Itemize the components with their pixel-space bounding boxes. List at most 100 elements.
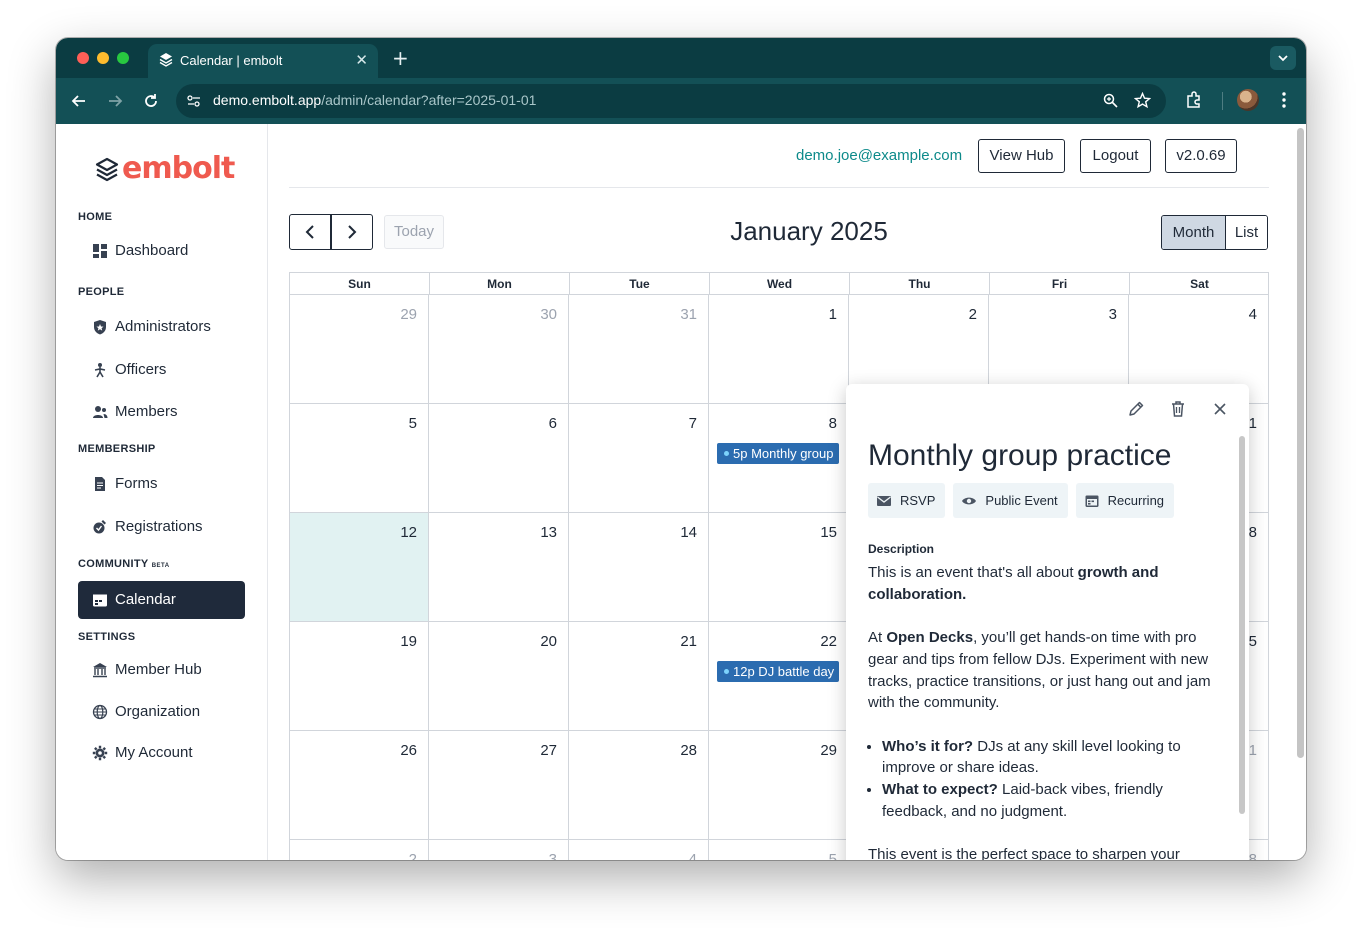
day-number: 15 <box>820 524 837 541</box>
prev-month-button[interactable] <box>289 214 331 250</box>
new-tab-icon[interactable]: + <box>392 46 409 70</box>
day-number: 22 <box>820 633 837 650</box>
day-cell[interactable]: 6 <box>429 404 569 513</box>
day-cell[interactable]: 5 <box>289 404 429 513</box>
more-vertical-icon[interactable] <box>1275 90 1293 110</box>
site-settings-icon[interactable] <box>186 93 202 109</box>
sidebar-item-calendar[interactable]: Calendar <box>78 581 245 619</box>
public-event-chip-label: Public Event <box>985 493 1058 508</box>
envelope-icon <box>877 495 891 506</box>
section-membership: MEMBERSHIP <box>78 443 156 455</box>
sidebar-item-label: Calendar <box>115 591 176 608</box>
trash-icon[interactable] <box>1167 398 1189 420</box>
tab-search-button[interactable] <box>1270 46 1296 70</box>
forward-arrow-icon[interactable] <box>104 90 126 112</box>
view-hub-button[interactable]: View Hub <box>978 139 1065 173</box>
section-settings: SETTINGS <box>78 631 136 643</box>
tab-bar: Calendar | embolt ✕ + <box>56 38 1306 78</box>
profile-avatar[interactable] <box>1237 89 1259 111</box>
version-button[interactable]: v2.0.69 <box>1165 139 1237 173</box>
day-cell[interactable]: 7 <box>569 404 709 513</box>
description-text: This is an event that's all about <box>868 564 1078 581</box>
event-chips: RSVP Public Event Recurring <box>868 483 1175 518</box>
sidebar-item-registrations[interactable]: Registrations <box>78 508 245 546</box>
day-number: 13 <box>540 524 557 541</box>
day-cell[interactable]: 29 <box>289 295 429 404</box>
description-bold: Open Decks <box>886 629 974 647</box>
day-cell[interactable]: 14 <box>569 513 709 622</box>
maximize-window-button[interactable] <box>117 52 129 64</box>
sidebar-item-label: Administrators <box>115 318 211 335</box>
day-number: 12 <box>400 524 417 541</box>
officer-icon <box>94 363 106 378</box>
popover-scrollbar[interactable] <box>1239 436 1245 814</box>
month-view-button[interactable]: Month <box>1162 216 1226 249</box>
chevron-left-icon <box>305 225 314 239</box>
sidebar-item-dashboard[interactable]: Dashboard <box>78 232 245 270</box>
weekday-header: Thu <box>850 273 990 295</box>
sidebar-item-organization[interactable]: Organization <box>78 693 245 731</box>
zoom-icon[interactable] <box>1102 92 1119 109</box>
day-cell[interactable]: 21 <box>569 622 709 731</box>
day-cell[interactable]: 22 12p DJ battle day <box>709 622 849 731</box>
sidebar-item-administrators[interactable]: Administrators <box>78 308 245 346</box>
recurring-chip-label: Recurring <box>1107 493 1165 508</box>
day-number: 3 <box>1108 306 1117 323</box>
back-arrow-icon[interactable] <box>68 90 90 112</box>
address-bar[interactable]: demo.embolt.app/admin/calendar?after=202… <box>176 84 1166 118</box>
close-icon[interactable] <box>1209 398 1231 420</box>
globe-icon <box>92 704 108 720</box>
sidebar-item-officers[interactable]: Officers <box>78 351 245 389</box>
sidebar-item-member-hub[interactable]: Member Hub <box>78 651 245 689</box>
close-window-button[interactable] <box>77 52 89 64</box>
sidebar-item-label: Members <box>115 403 178 420</box>
user-email-link[interactable]: demo.joe@example.com <box>796 147 962 164</box>
edit-icon[interactable] <box>1125 398 1147 420</box>
today-button[interactable]: Today <box>384 215 444 249</box>
day-cell[interactable]: 29 <box>709 731 849 840</box>
day-cell[interactable]: 1 <box>709 295 849 404</box>
day-cell[interactable]: 20 <box>429 622 569 731</box>
day-number: 27 <box>540 742 557 759</box>
bookmark-star-icon[interactable] <box>1134 92 1151 109</box>
day-cell[interactable]: 27 <box>429 731 569 840</box>
day-cell[interactable]: 15 <box>709 513 849 622</box>
next-month-button[interactable] <box>331 214 373 250</box>
reload-icon[interactable] <box>140 90 162 112</box>
logout-button[interactable]: Logout <box>1080 139 1151 173</box>
day-cell-today[interactable]: 12 <box>289 513 429 622</box>
day-number: 20 <box>540 633 557 650</box>
day-cell[interactable]: 5 <box>709 840 849 860</box>
minimize-window-button[interactable] <box>97 52 109 64</box>
day-cell[interactable]: 8 5p Monthly group <box>709 404 849 513</box>
list-view-button[interactable]: List <box>1226 216 1267 249</box>
event-popover: Monthly group practice RSVP Public Event… <box>846 384 1249 860</box>
logo-stack-icon <box>95 157 119 182</box>
browser-toolbar: demo.embolt.app/admin/calendar?after=202… <box>56 78 1306 124</box>
event-monthly-group[interactable]: 5p Monthly group <box>717 443 839 464</box>
day-cell[interactable]: 13 <box>429 513 569 622</box>
sidebar-item-members[interactable]: Members <box>78 393 245 431</box>
sidebar-item-my-account[interactable]: My Account <box>78 734 245 772</box>
sidebar-item-forms[interactable]: Forms <box>78 465 245 503</box>
day-cell[interactable]: 30 <box>429 295 569 404</box>
day-cell[interactable]: 31 <box>569 295 709 404</box>
day-cell[interactable]: 28 <box>569 731 709 840</box>
url-host: demo.embolt.app <box>213 92 322 108</box>
event-dj-battle-day[interactable]: 12p DJ battle day <box>717 661 839 682</box>
description-bold: Who’s it for? <box>882 737 974 755</box>
day-cell[interactable]: 26 <box>289 731 429 840</box>
day-cell[interactable]: 2 <box>289 840 429 860</box>
page-scrollbar[interactable] <box>1297 128 1304 758</box>
sidebar-item-label: Registrations <box>115 518 203 535</box>
tab-close-icon[interactable]: ✕ <box>355 51 368 69</box>
registration-icon <box>93 520 106 534</box>
extensions-icon[interactable] <box>1184 90 1204 110</box>
browser-tab[interactable]: Calendar | embolt ✕ <box>148 44 378 78</box>
day-number: 7 <box>688 415 697 432</box>
sidebar-item-label: Member Hub <box>115 661 202 678</box>
day-cell[interactable]: 4 <box>569 840 709 860</box>
day-number: 26 <box>400 742 417 759</box>
day-cell[interactable]: 3 <box>429 840 569 860</box>
day-cell[interactable]: 19 <box>289 622 429 731</box>
